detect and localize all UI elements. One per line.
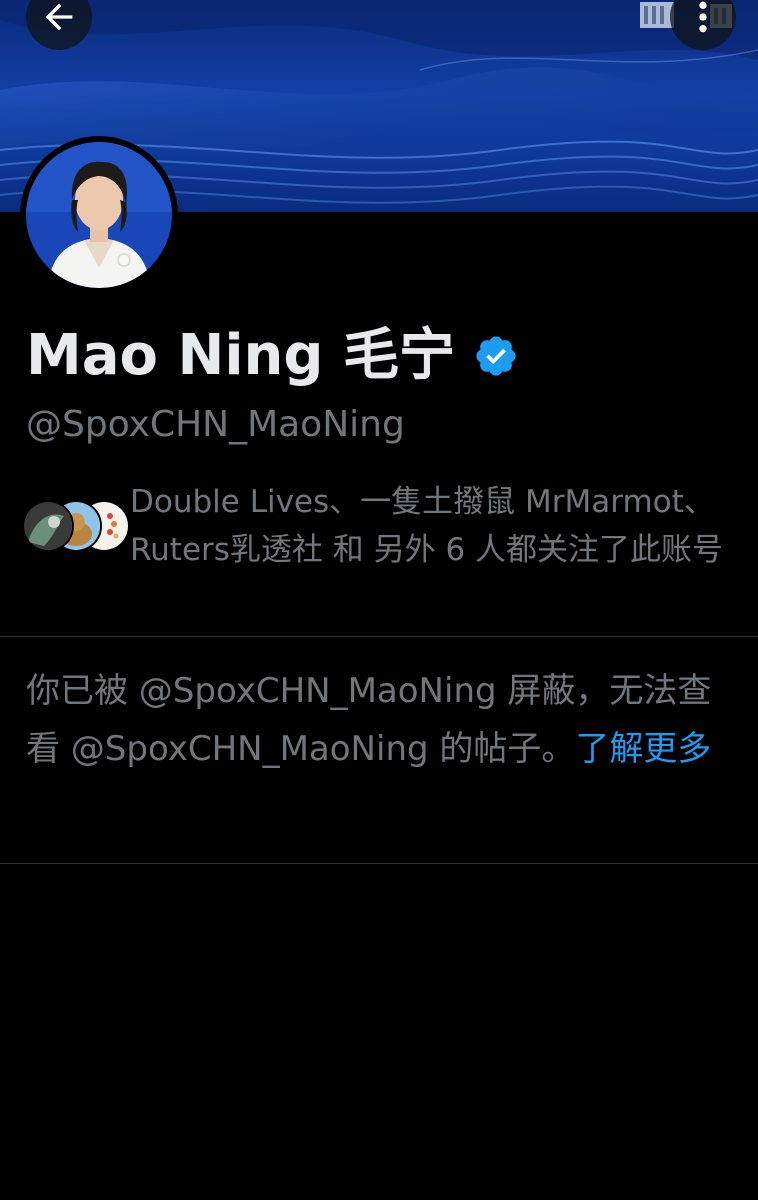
section-divider <box>0 636 758 637</box>
verified-badge-icon[interactable] <box>473 333 519 379</box>
profile-display-name: Mao Ning 毛宁 <box>26 322 519 390</box>
follower-avatar <box>22 500 74 552</box>
profile-handle: @SpoxCHN_MaoNing <box>26 404 405 445</box>
follower-avatars <box>22 500 130 552</box>
blocked-notice: 你已被 @SpoxCHN_MaoNing 屏蔽，无法查看 @SpoxCHN_Ma… <box>26 662 726 778</box>
more-vertical-icon <box>699 1 707 33</box>
arrow-left-icon <box>45 3 73 31</box>
section-divider <box>0 863 758 864</box>
followers-you-know[interactable]: Double Lives、一隻土撥鼠 MrMarmot、Ruters乳透社 和 … <box>22 478 750 574</box>
learn-more-link[interactable]: 了解更多 <box>575 729 711 769</box>
profile-avatar[interactable] <box>20 136 178 294</box>
followers-text: Double Lives、一隻土撥鼠 MrMarmot、Ruters乳透社 和 … <box>130 484 724 568</box>
avatar-image <box>26 142 172 288</box>
display-name-text: Mao Ning 毛宁 <box>26 323 455 388</box>
